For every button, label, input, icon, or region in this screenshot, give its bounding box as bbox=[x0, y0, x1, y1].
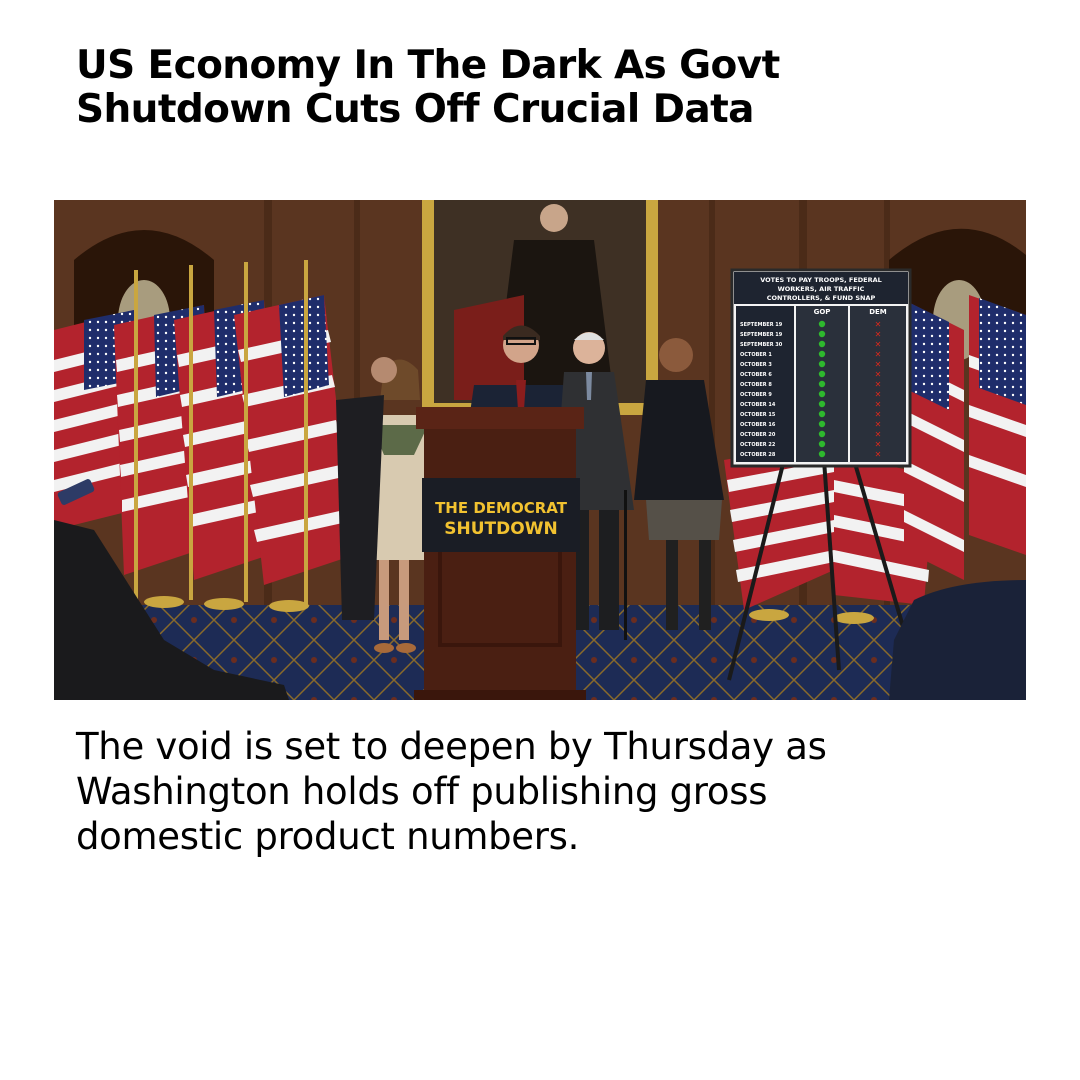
dem-cross-icon: ✕ bbox=[875, 370, 882, 379]
vote-board-date: OCTOBER 8 bbox=[740, 382, 772, 388]
caption-line-3: domestic product numbers. bbox=[76, 815, 580, 858]
vote-board-date: OCTOBER 14 bbox=[740, 402, 776, 408]
vote-board-date: OCTOBER 3 bbox=[740, 362, 772, 368]
gop-check-icon bbox=[818, 420, 826, 428]
dem-cross-icon: ✕ bbox=[875, 330, 882, 339]
vote-board-date: OCTOBER 22 bbox=[740, 442, 776, 448]
vote-board-title-1: VOTES TO PAY TROOPS, FEDERAL bbox=[760, 276, 882, 284]
press-conference-scene: THE DEMOCRAT SHUTDOWN VOTES TO PAY TROOP… bbox=[54, 200, 1026, 700]
podium-sign: THE DEMOCRAT SHUTDOWN bbox=[422, 478, 580, 552]
dem-cross-icon: ✕ bbox=[875, 360, 882, 369]
gop-check-icon bbox=[818, 390, 826, 398]
gop-check-icon bbox=[818, 340, 826, 348]
vote-board-date: SEPTEMBER 19 bbox=[740, 322, 783, 328]
vote-board-date: SEPTEMBER 30 bbox=[740, 342, 783, 348]
dem-cross-icon: ✕ bbox=[875, 350, 882, 359]
dem-cross-icon: ✕ bbox=[875, 450, 882, 459]
vote-board-date: OCTOBER 16 bbox=[740, 422, 776, 428]
vote-board-date: OCTOBER 6 bbox=[740, 372, 772, 378]
gop-check-icon bbox=[818, 380, 826, 388]
dem-cross-icon: ✕ bbox=[875, 430, 882, 439]
gop-check-icon bbox=[818, 330, 826, 338]
gop-check-icon bbox=[818, 410, 826, 418]
vote-board-date: OCTOBER 1 bbox=[740, 352, 772, 358]
gop-check-icon bbox=[818, 370, 826, 378]
gop-check-icon bbox=[818, 400, 826, 408]
vote-board-date: OCTOBER 20 bbox=[740, 432, 776, 438]
dem-cross-icon: ✕ bbox=[875, 410, 882, 419]
vote-board-col-gop: GOP bbox=[814, 308, 831, 316]
dem-cross-icon: ✕ bbox=[875, 440, 882, 449]
dem-cross-icon: ✕ bbox=[875, 340, 882, 349]
podium-sign-line2: SHUTDOWN bbox=[444, 519, 557, 539]
vote-board: VOTES TO PAY TROOPS, FEDERAL WORKERS, AI… bbox=[730, 268, 912, 468]
dem-cross-icon: ✕ bbox=[875, 400, 882, 409]
caption-line-2: Washington holds off publishing gross bbox=[76, 770, 768, 813]
caption-line-1: The void is set to deepen by Thursday as bbox=[76, 725, 827, 768]
gop-check-icon bbox=[818, 350, 826, 358]
dem-cross-icon: ✕ bbox=[875, 380, 882, 389]
vote-board-title-3: CONTROLLERS, & FUND SNAP bbox=[767, 294, 876, 302]
gop-check-icon bbox=[818, 440, 826, 448]
vote-board-date: SEPTEMBER 19 bbox=[740, 332, 783, 338]
headline-line-1: US Economy In The Dark As Govt bbox=[76, 43, 780, 88]
article-photo: THE DEMOCRAT SHUTDOWN VOTES TO PAY TROOP… bbox=[54, 200, 1026, 700]
gop-check-icon bbox=[818, 360, 826, 368]
gop-check-icon bbox=[818, 320, 826, 328]
vote-board-title-2: WORKERS, AIR TRAFFIC bbox=[778, 285, 865, 293]
dem-cross-icon: ✕ bbox=[875, 420, 882, 429]
dem-cross-icon: ✕ bbox=[875, 320, 882, 329]
gop-check-icon bbox=[818, 450, 826, 458]
vote-board-date: OCTOBER 15 bbox=[740, 412, 776, 418]
article-headline: US Economy In The Dark As Govt Shutdown … bbox=[76, 44, 936, 132]
vote-board-date: OCTOBER 9 bbox=[740, 392, 772, 398]
podium bbox=[414, 407, 586, 700]
headline-line-2: Shutdown Cuts Off Crucial Data bbox=[76, 87, 754, 132]
vote-board-date: OCTOBER 28 bbox=[740, 452, 776, 458]
podium-sign-line1: THE DEMOCRAT bbox=[435, 499, 568, 517]
dem-cross-icon: ✕ bbox=[875, 390, 882, 399]
vote-board-col-dem: DEM bbox=[869, 308, 887, 316]
article-caption: The void is set to deepen by Thursday as… bbox=[76, 724, 976, 859]
gop-check-icon bbox=[818, 430, 826, 438]
